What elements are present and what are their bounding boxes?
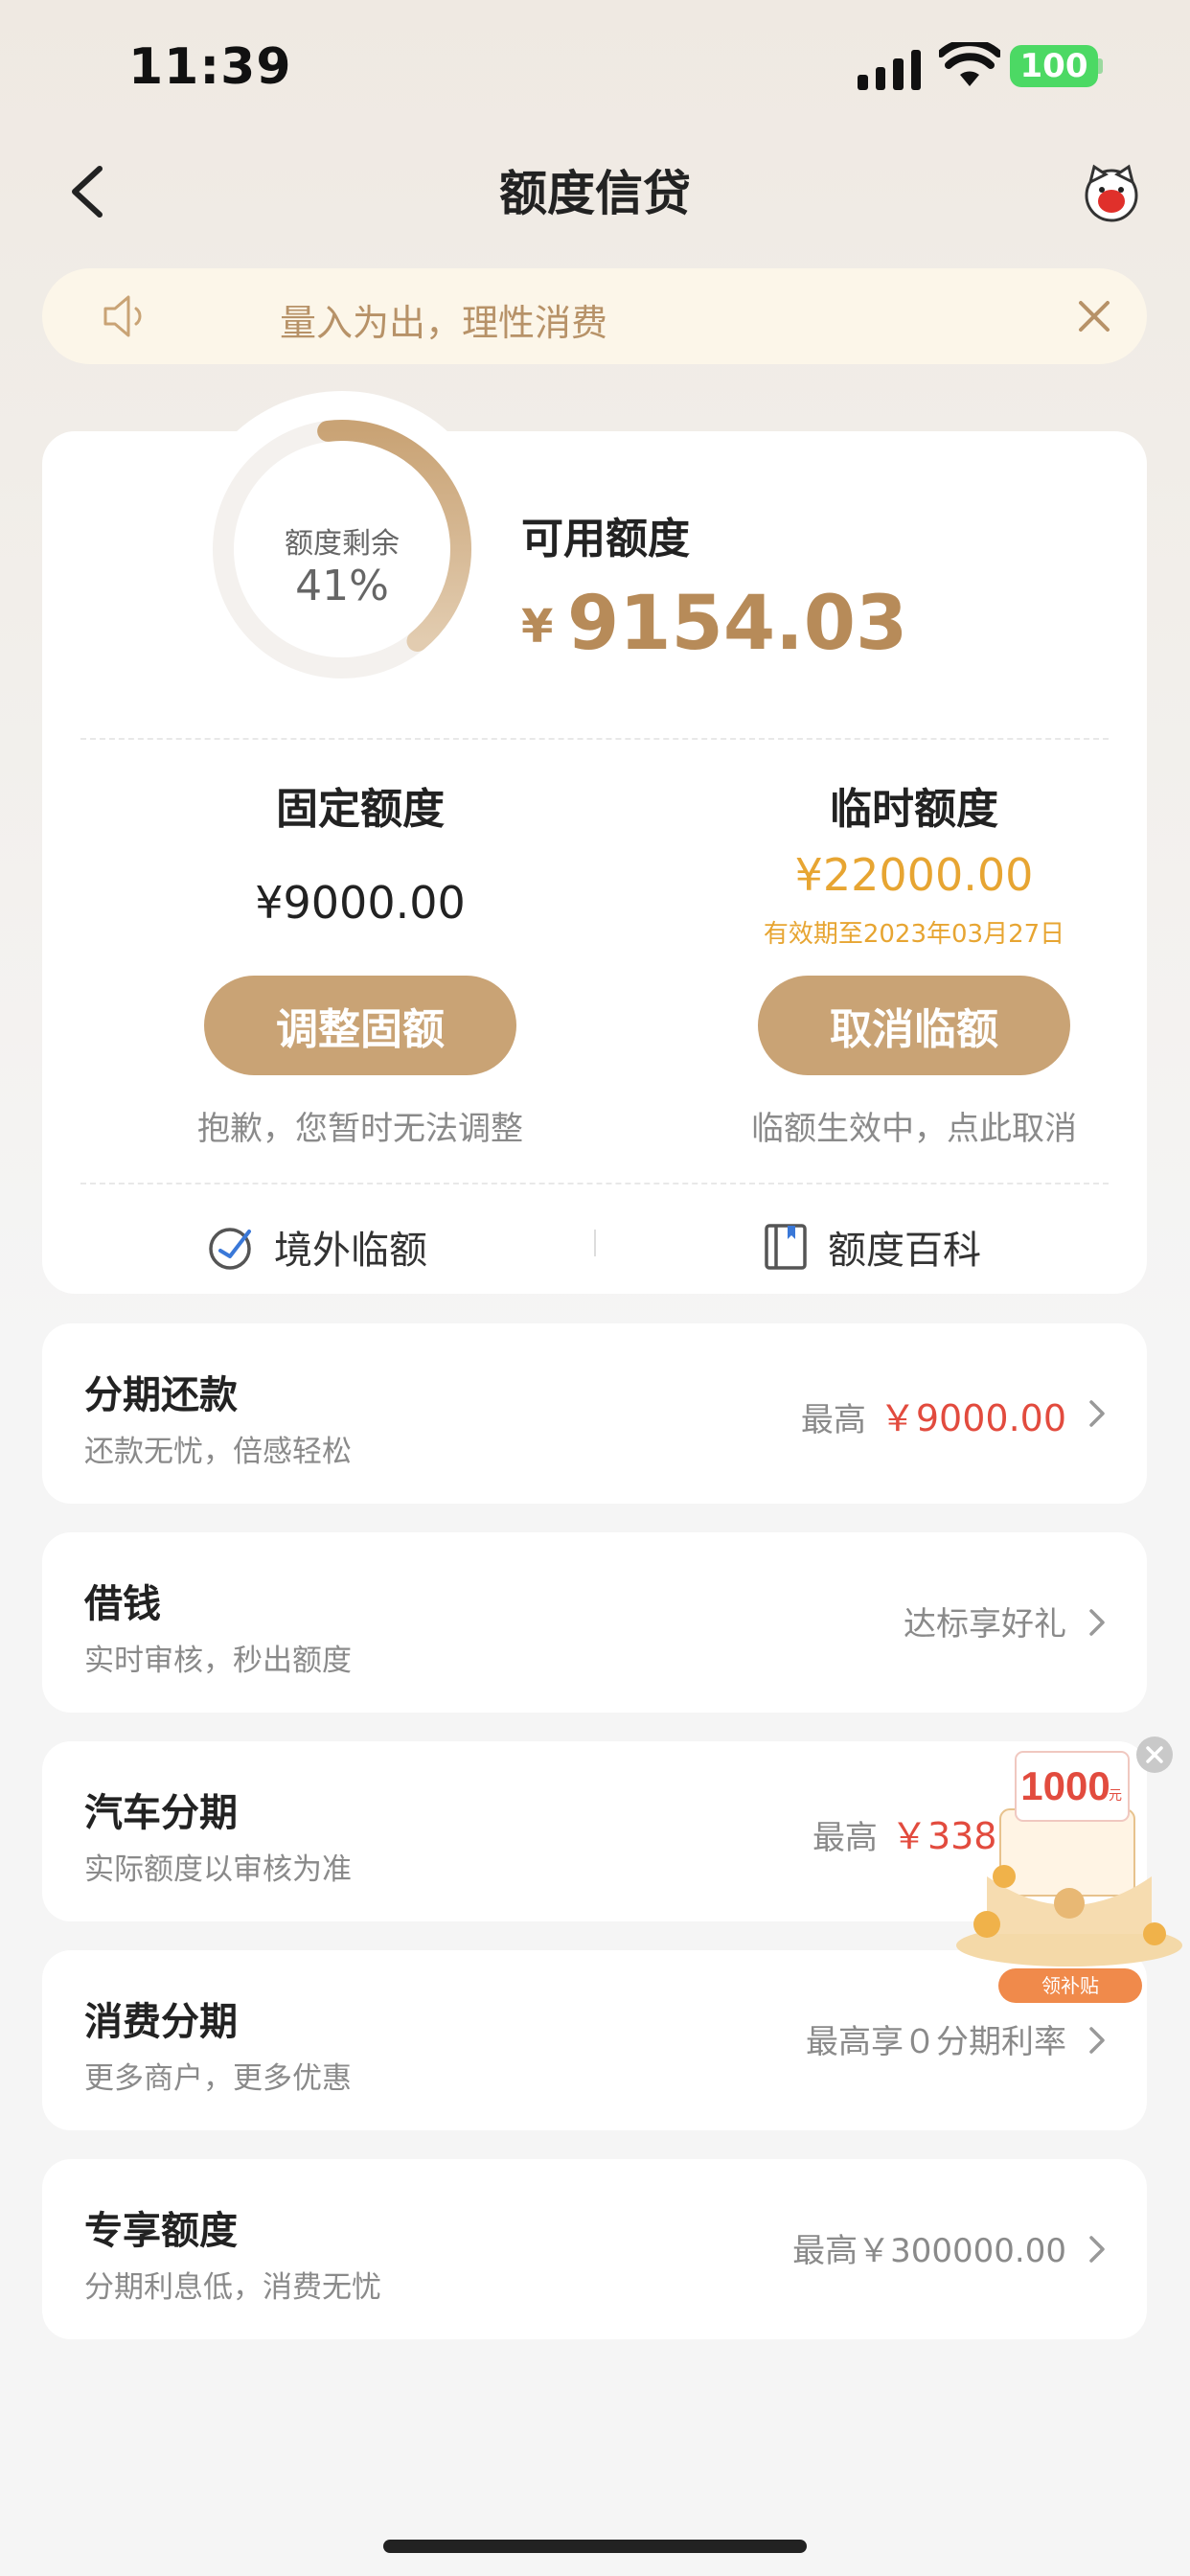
- temp-limit-note[interactable]: 临额生效中，点此取消: [665, 1102, 1163, 1149]
- list-item-subtitle: 实时审核，秒出额度: [84, 1644, 352, 1678]
- value-text: 达标享好礼: [904, 1605, 1066, 1644]
- promo-unit: 元: [1109, 1787, 1122, 1803]
- mascot-icon[interactable]: [1081, 161, 1142, 222]
- book-icon: [765, 1224, 807, 1270]
- link-separator: [594, 1230, 596, 1256]
- notice-text: 量入为出，理性消费: [280, 302, 608, 344]
- available-amount: 9154.03: [567, 581, 908, 667]
- chevron-right-icon: [1089, 2236, 1105, 2263]
- list-item-title: 专享额度: [84, 2209, 238, 2253]
- divider: [80, 738, 1109, 740]
- divider: [80, 1183, 1109, 1184]
- list-item-subtitle: 实际额度以审核为准: [84, 1852, 352, 1887]
- list-item-installment-repay[interactable]: 分期还款 还款无忧，倍感轻松 最高 ￥9000.00: [42, 1323, 1147, 1504]
- overseas-link-label: 境外临额: [274, 1229, 427, 1273]
- list-item-title: 借钱: [84, 1582, 161, 1626]
- list-item-subtitle: 分期利息低，消费无忧: [84, 2270, 381, 2305]
- list-item-borrow[interactable]: 借钱 实时审核，秒出额度 达标享好礼: [42, 1532, 1147, 1713]
- promo-amount: 1000: [1020, 1763, 1110, 1808]
- currency-symbol: ¥: [521, 600, 554, 654]
- overseas-temp-limit-link[interactable]: 境外临额: [207, 1213, 427, 1280]
- chevron-right-icon: [1089, 2027, 1105, 2054]
- home-indicator[interactable]: [383, 2540, 807, 2553]
- page-title: 额度信贷: [499, 166, 691, 221]
- list-item-title: 分期还款: [84, 1373, 238, 1417]
- status-time: 11:39: [128, 38, 292, 96]
- value-text: 最高￥300000.00: [792, 2232, 1066, 2270]
- list-item-value: 最高享０分期利率: [806, 2015, 1066, 2062]
- ring-label: 额度剩余: [285, 527, 400, 561]
- adjust-fixed-button[interactable]: 调整固额: [204, 976, 516, 1075]
- temp-limit-amount: ¥22000.00: [794, 849, 1034, 901]
- speaker-icon: [103, 295, 142, 337]
- overseas-icon: [209, 1228, 251, 1270]
- list-item-title: 汽车分期: [84, 1791, 238, 1835]
- ring-percent: 41%: [295, 562, 389, 610]
- chevron-right-icon: [1089, 1400, 1105, 1427]
- list-item-value: 达标享好礼: [904, 1598, 1066, 1644]
- list-item-value: 最高￥300000.00: [792, 2224, 1066, 2271]
- temp-limit-validity: 有效期至2023年03月27日: [763, 920, 1065, 949]
- battery-tip: [1098, 58, 1103, 74]
- promo-close-icon[interactable]: [1134, 1735, 1175, 1775]
- list-item-exclusive-limit[interactable]: 专享额度 分期利息低，消费无忧 最高￥300000.00: [42, 2159, 1147, 2339]
- fixed-limit-note: 抱歉，您暂时无法调整: [197, 1110, 523, 1148]
- fixed-limit-amount: ¥9000.00: [255, 877, 466, 929]
- list-item-subtitle: 还款无忧，倍感轻松: [84, 1435, 352, 1469]
- fixed-limit-title: 固定额度: [276, 785, 445, 834]
- value-prefix: 最高: [812, 1819, 878, 1857]
- list-item-title: 消费分期: [84, 2000, 238, 2044]
- value-prefix: 最高: [800, 1401, 866, 1439]
- battery-indicator: 100: [1010, 45, 1098, 87]
- list-item-subtitle: 更多商户，更多优惠: [84, 2061, 352, 2096]
- value-highlight: ￥9000.00: [879, 1397, 1066, 1439]
- cancel-temp-button[interactable]: 取消临额: [758, 976, 1070, 1075]
- promo-label: 领补贴: [1041, 1974, 1099, 1997]
- cellular-signal-icon: [858, 44, 921, 90]
- available-label: 可用额度: [521, 515, 690, 564]
- list-item-value: 最高 ￥9000.00: [801, 1389, 1066, 1441]
- chevron-right-icon: [1089, 1609, 1105, 1636]
- credit-summary-card: 额度剩余 41% 可用额度 ¥ 9154.03 固定额度 ¥9000.00 调整…: [42, 391, 1147, 1294]
- temp-limit-title: 临时额度: [830, 785, 998, 834]
- value-text: 最高享０分期利率: [806, 2023, 1066, 2061]
- close-icon[interactable]: [1073, 295, 1115, 337]
- credit-wiki-link[interactable]: 额度百科: [761, 1213, 981, 1280]
- wiki-link-label: 额度百科: [828, 1229, 981, 1273]
- wifi-icon: [939, 42, 1000, 86]
- notice-banner[interactable]: 量入为出，理性消费: [42, 268, 1147, 364]
